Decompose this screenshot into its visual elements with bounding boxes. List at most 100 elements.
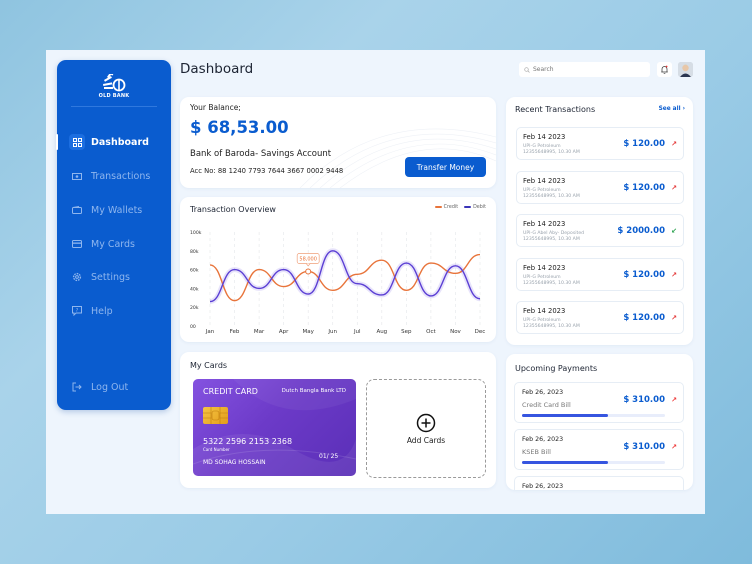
transaction-item[interactable]: Feb 14 2023 UPI-G Petroleum 12355648995, … bbox=[516, 257, 684, 291]
y-tick-label: 60k bbox=[190, 268, 199, 274]
sidebar: OLD BANK Dashboard Transactions My Walle… bbox=[56, 60, 171, 410]
tooltip-pointer bbox=[305, 263, 311, 267]
balance-amount: $ 68,53.00 bbox=[190, 118, 289, 137]
y-tick-label: 100k bbox=[190, 230, 202, 236]
y-tick-label: 80k bbox=[190, 249, 199, 255]
card-expiry: 01/ 25 bbox=[319, 453, 339, 460]
wallet-icon bbox=[69, 202, 85, 218]
logout-button[interactable]: Log Out bbox=[57, 376, 171, 398]
my-cards-title: My Cards bbox=[190, 361, 228, 370]
payment-progress-fill bbox=[522, 414, 608, 417]
bank-account-name: Bank of Baroda- Savings Account bbox=[190, 149, 332, 159]
overview-chart: Jan Feb Mar Apr May Jun Jul Aug Sep Oct Nov Dec 00 20… bbox=[190, 230, 486, 335]
svg-text:?: ? bbox=[76, 308, 79, 314]
search-input[interactable] bbox=[533, 66, 643, 73]
upcoming-payments-card: Upcoming Payments Feb 26, 2023 Credit Car… bbox=[506, 354, 693, 490]
x-tick-label: Sep bbox=[401, 329, 412, 335]
card-bank: Dutch Bangla Bank LTD bbox=[281, 388, 346, 394]
transaction-date: Feb 14 2023 bbox=[523, 263, 566, 272]
x-tick-label: Mar bbox=[254, 329, 265, 335]
recent-transactions-card: Recent Transactions See all › Feb 14 202… bbox=[506, 97, 693, 345]
sidebar-item-settings[interactable]: Settings bbox=[57, 266, 171, 288]
my-cards-section: My Cards CREDIT CARD Dutch Bangla Bank L… bbox=[180, 352, 496, 488]
arrow-up-right-icon: ↗ bbox=[671, 443, 677, 451]
sidebar-item-my-wallets[interactable]: My Wallets bbox=[57, 199, 171, 221]
transaction-overview-card: Transaction Overview Credit Debit Jan Feb… bbox=[180, 197, 496, 342]
grid-icon bbox=[69, 134, 85, 150]
search-box[interactable] bbox=[519, 62, 650, 77]
tooltip-label: 58,000 bbox=[299, 256, 317, 262]
transaction-date: Feb 14 2023 bbox=[523, 307, 566, 315]
sidebar-item-label: Help bbox=[91, 305, 113, 317]
upcoming-payment-item[interactable]: Feb 26, 2023 bbox=[514, 476, 684, 490]
sidebar-divider bbox=[71, 106, 157, 107]
payment-amount: $ 310.00 bbox=[623, 395, 665, 405]
cash-icon bbox=[69, 168, 85, 184]
x-tick-label: Dec bbox=[475, 329, 486, 335]
x-tick-label: Jan bbox=[205, 329, 215, 335]
transaction-description: UPI-G Petroleum 12355648995, 10.30 AM bbox=[523, 187, 580, 199]
arrow-down-left-icon: ↙ bbox=[671, 227, 677, 235]
user-avatar[interactable] bbox=[678, 62, 693, 77]
transaction-amount: $ 120.00 bbox=[623, 182, 665, 193]
y-tick-label: 20k bbox=[190, 305, 199, 311]
sidebar-item-label: My Cards bbox=[91, 238, 136, 250]
account-number: Acc No: 88 1240 7793 7644 3667 0002 9448 bbox=[190, 167, 344, 175]
transaction-item[interactable]: Feb 14 2023 UPI-G Petroleum 12355648995, … bbox=[516, 127, 684, 160]
transaction-date: Feb 14 2023 bbox=[523, 220, 566, 228]
arrow-up-right-icon: ↗ bbox=[671, 396, 677, 404]
sidebar-item-help[interactable]: ? Help bbox=[57, 300, 171, 322]
sidebar-item-dashboard[interactable]: Dashboard bbox=[56, 131, 171, 153]
x-tick-label: Nov bbox=[450, 329, 461, 335]
chevron-right-icon: › bbox=[682, 106, 685, 112]
upcoming-payment-item[interactable]: Feb 26, 2023 Credit Card Bill $ 310.00 ↗ bbox=[514, 382, 684, 423]
sidebar-item-my-cards[interactable]: My Cards bbox=[57, 233, 171, 255]
payment-progress-fill bbox=[522, 461, 608, 464]
upcoming-payment-item[interactable]: Feb 26, 2023 KSEB Bill $ 310.00 ↗ bbox=[514, 429, 684, 470]
page-title: Dashboard bbox=[180, 61, 254, 77]
brand-logo: OLD BANK bbox=[57, 74, 171, 99]
x-tick-label: Feb bbox=[230, 329, 240, 335]
transaction-item[interactable]: Feb 14 2023 UPI-G Petroleum 12355648995, … bbox=[516, 170, 684, 204]
transaction-amount: $ 120.00 bbox=[623, 313, 665, 323]
x-tick-label: Apr bbox=[279, 329, 289, 335]
arrow-up-right-icon: ↗ bbox=[671, 270, 677, 279]
card-icon bbox=[69, 236, 85, 252]
arrow-up-right-icon: ↗ bbox=[671, 140, 677, 148]
payment-date: Feb 26, 2023 bbox=[522, 436, 564, 443]
transaction-amount: $ 120.00 bbox=[623, 139, 665, 149]
payment-name: KSEB Bill bbox=[522, 448, 551, 456]
credit-card[interactable]: CREDIT CARD Dutch Bangla Bank LTD 5322 2… bbox=[193, 379, 356, 476]
sidebar-item-transactions[interactable]: Transactions bbox=[57, 165, 171, 187]
payment-amount: $ 310.00 bbox=[623, 442, 665, 452]
bank-logo-icon bbox=[103, 74, 126, 92]
chip-icon bbox=[203, 407, 228, 424]
card-number-label: Card Number bbox=[203, 447, 230, 452]
plus-circle-icon bbox=[416, 413, 436, 432]
x-tick-label: May bbox=[302, 329, 314, 335]
sidebar-item-label: Settings bbox=[91, 271, 130, 283]
transaction-item[interactable]: Feb 14 2023 UPI-G Petroleum 12355648995, … bbox=[516, 301, 684, 334]
y-tick-label: 40k bbox=[190, 286, 199, 292]
notification-button[interactable] bbox=[657, 62, 672, 77]
sidebar-item-label: Dashboard bbox=[91, 136, 149, 148]
gear-icon bbox=[69, 269, 85, 285]
payment-date: Feb 26, 2023 bbox=[522, 483, 564, 490]
see-all-link[interactable]: See all › bbox=[659, 106, 685, 112]
bell-icon bbox=[661, 65, 668, 74]
balance-card: Your Balance; $ 68,53.00 Bank of Baroda-… bbox=[180, 97, 496, 188]
x-tick-label: Jul bbox=[353, 329, 361, 335]
balance-label: Your Balance; bbox=[190, 103, 241, 112]
payment-date: Feb 26, 2023 bbox=[522, 389, 564, 396]
add-card-button[interactable]: Add Cards bbox=[366, 379, 486, 478]
payment-progress-bar bbox=[522, 461, 665, 464]
x-tick-label: Aug bbox=[376, 329, 387, 335]
annotation-marker bbox=[305, 268, 312, 275]
transaction-description: UPI-G Petroleum 12355648995, 10.30 AM bbox=[523, 274, 580, 286]
payment-name: Credit Card Bill bbox=[522, 401, 571, 409]
sidebar-item-label: My Wallets bbox=[91, 204, 143, 216]
transaction-item[interactable]: Feb 14 2023 UPI-G Abel Aby- Deposited 123… bbox=[516, 214, 684, 247]
arrow-up-right-icon: ↗ bbox=[671, 314, 677, 322]
transfer-money-button[interactable]: Transfer Money bbox=[405, 157, 486, 177]
arrow-up-right-icon: ↗ bbox=[671, 183, 677, 192]
